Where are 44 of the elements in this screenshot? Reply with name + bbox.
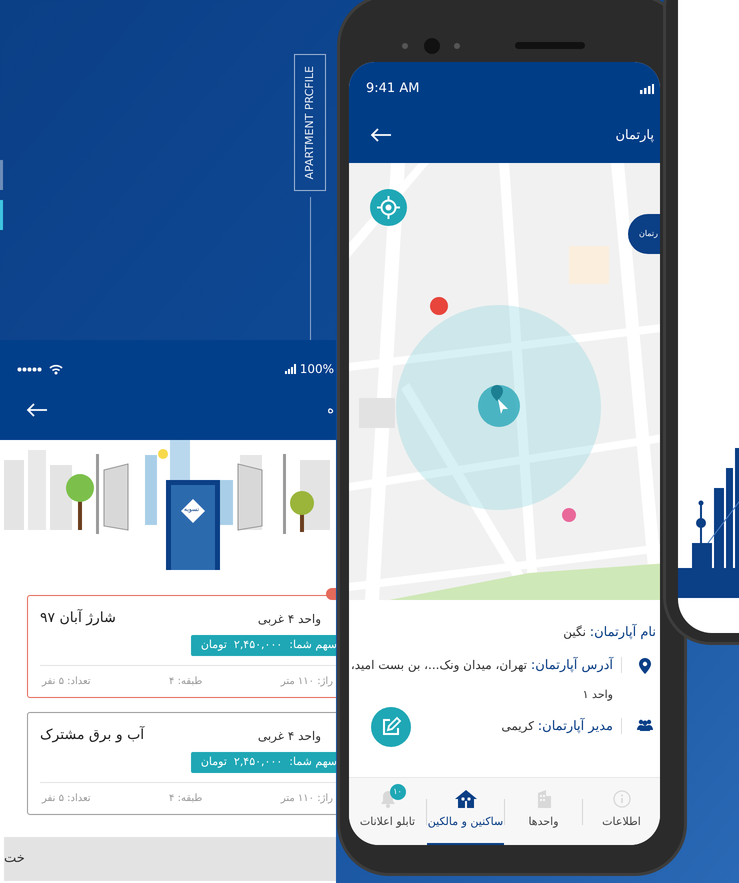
people-icon bbox=[637, 719, 653, 731]
area-text: راژ: ۱۱۰ متر bbox=[280, 792, 333, 806]
bill-title: شارژ آبان ۹۷ bbox=[40, 608, 116, 628]
signal-dots-icon bbox=[17, 366, 43, 372]
share-amount: سهم شما: ۲,۴۵۰,۰۰۰ تومان bbox=[190, 752, 336, 772]
notification-badge: ۱۰ bbox=[390, 784, 406, 800]
house-icon bbox=[454, 790, 476, 808]
tab[interactable]: اطلاعات bbox=[583, 778, 660, 845]
location-pin-icon bbox=[639, 658, 651, 674]
edit-button[interactable] bbox=[371, 707, 411, 747]
tab[interactable]: واحدها bbox=[505, 778, 582, 845]
location-marker-icon bbox=[478, 385, 520, 427]
tab[interactable]: ساکنین و مالکین bbox=[427, 778, 504, 845]
share-amount: سهم شما: ۲,۴۵۰,۰۰۰ تومان bbox=[190, 635, 336, 656]
tab[interactable]: ۱۰ تابلو اعلانات bbox=[349, 778, 426, 845]
count-text: تعداد: ۵ نفر bbox=[42, 674, 91, 688]
info-text: مدیر آپارتمان: کریمی bbox=[501, 716, 613, 736]
bill-card[interactable]: واحد ۴ غربی شارژ آبان ۹۷ سهم شما: ۲,۴۵۰,۰۰۰ تومان راژ: ۱۱۰ متر طبقه: ۴ تعداد: ۵ نفر bbox=[27, 595, 336, 698]
bill-title: آب و برق مشترک bbox=[40, 725, 144, 745]
battery-level: 100% bbox=[300, 361, 334, 378]
area-text: راژ: ۱۱۰ متر bbox=[280, 674, 333, 688]
signal-icon bbox=[640, 84, 654, 94]
vertical-label: APARTMENT PRCFILE bbox=[302, 66, 317, 180]
back-arrow-icon[interactable] bbox=[370, 128, 392, 142]
count-text: تعداد: ۵ نفر bbox=[42, 792, 91, 806]
bill-card[interactable]: واحد ۴ غربی آب و برق مشترک سهم شما: ۲,۴۵۰,۰۰۰ تومان راژ: ۱۱۰ متر طبقه: ۴ تعداد: ۵ نفر bbox=[27, 712, 336, 815]
bell-icon bbox=[378, 790, 396, 808]
info-text: واحد ۱ bbox=[582, 687, 613, 703]
status-time: 9:41 AM bbox=[366, 80, 420, 98]
info-icon bbox=[612, 790, 630, 808]
info-text: آدرس آپارتمان: تهران، میدان ونک...، بن بست امید، bbox=[350, 656, 613, 675]
building-icon bbox=[536, 790, 552, 808]
back-arrow-icon[interactable] bbox=[26, 402, 48, 417]
unit-label: واحد ۴ غربی bbox=[258, 728, 321, 744]
signal-icon bbox=[284, 364, 297, 374]
info-text: نام آپارتمان: نگین bbox=[563, 622, 656, 642]
wifi-icon bbox=[49, 364, 63, 374]
unit-label: واحد ۴ غربی bbox=[258, 610, 321, 628]
screen-title: پارتمان bbox=[616, 126, 654, 144]
screen-title: ه bbox=[327, 401, 334, 419]
floor-text: طبقه: ۴ bbox=[169, 792, 202, 806]
locate-button[interactable] bbox=[370, 189, 407, 226]
floor-text: طبقه: ۴ bbox=[169, 674, 202, 688]
bottom-button[interactable]: خت bbox=[4, 837, 336, 881]
